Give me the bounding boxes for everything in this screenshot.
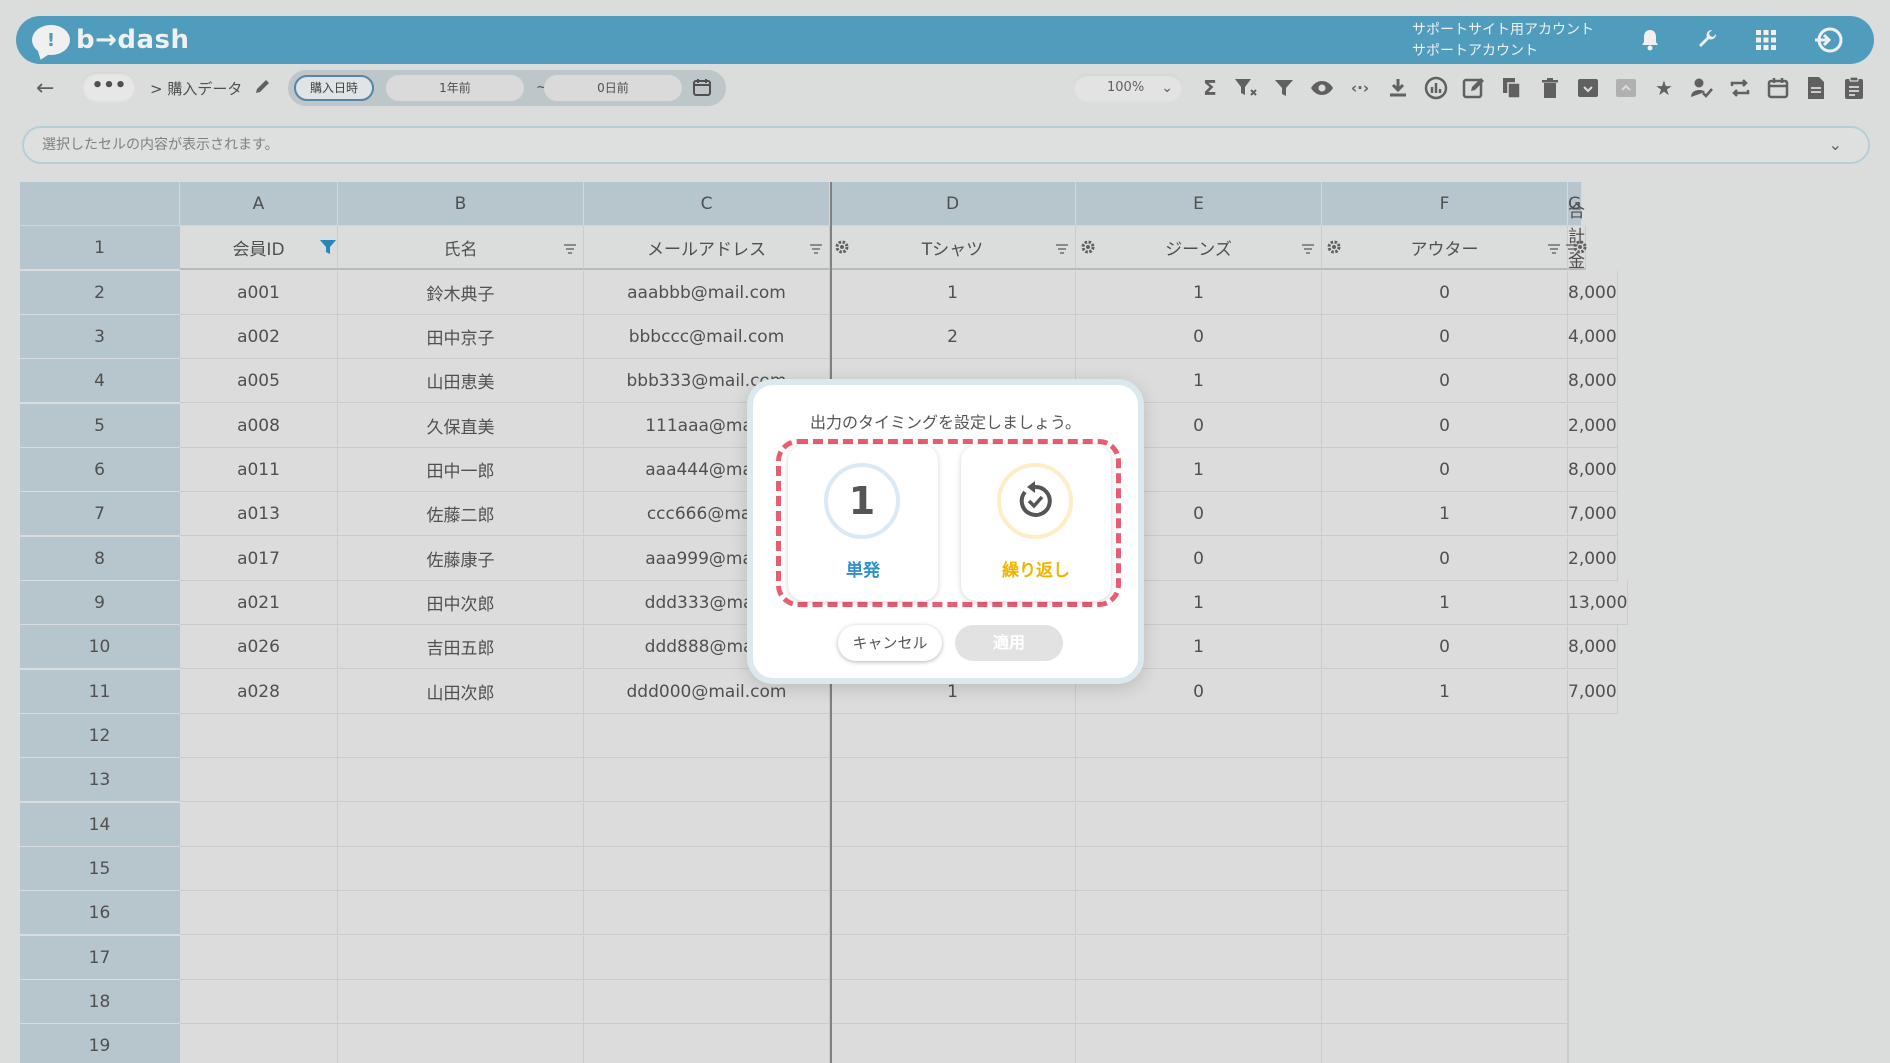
dialog-title: 出力のタイミングを設定しましょう。	[809, 413, 1082, 432]
single-option-card[interactable]: 1 単発	[788, 445, 938, 601]
cancel-button[interactable]: キャンセル	[838, 625, 942, 661]
repeat-option-card[interactable]: 繰り返し	[961, 445, 1111, 601]
repeat-timer-icon	[997, 463, 1073, 539]
repeat-option-label: 繰り返し	[1002, 561, 1070, 581]
single-number-icon: 1	[824, 463, 900, 539]
output-timing-dialog: 出力のタイミングを設定しましょう。 1 単発 繰り返し キャンセル 適用	[747, 379, 1144, 684]
single-option-label: 単発	[846, 561, 880, 581]
apply-button[interactable]: 適用	[955, 625, 1063, 661]
